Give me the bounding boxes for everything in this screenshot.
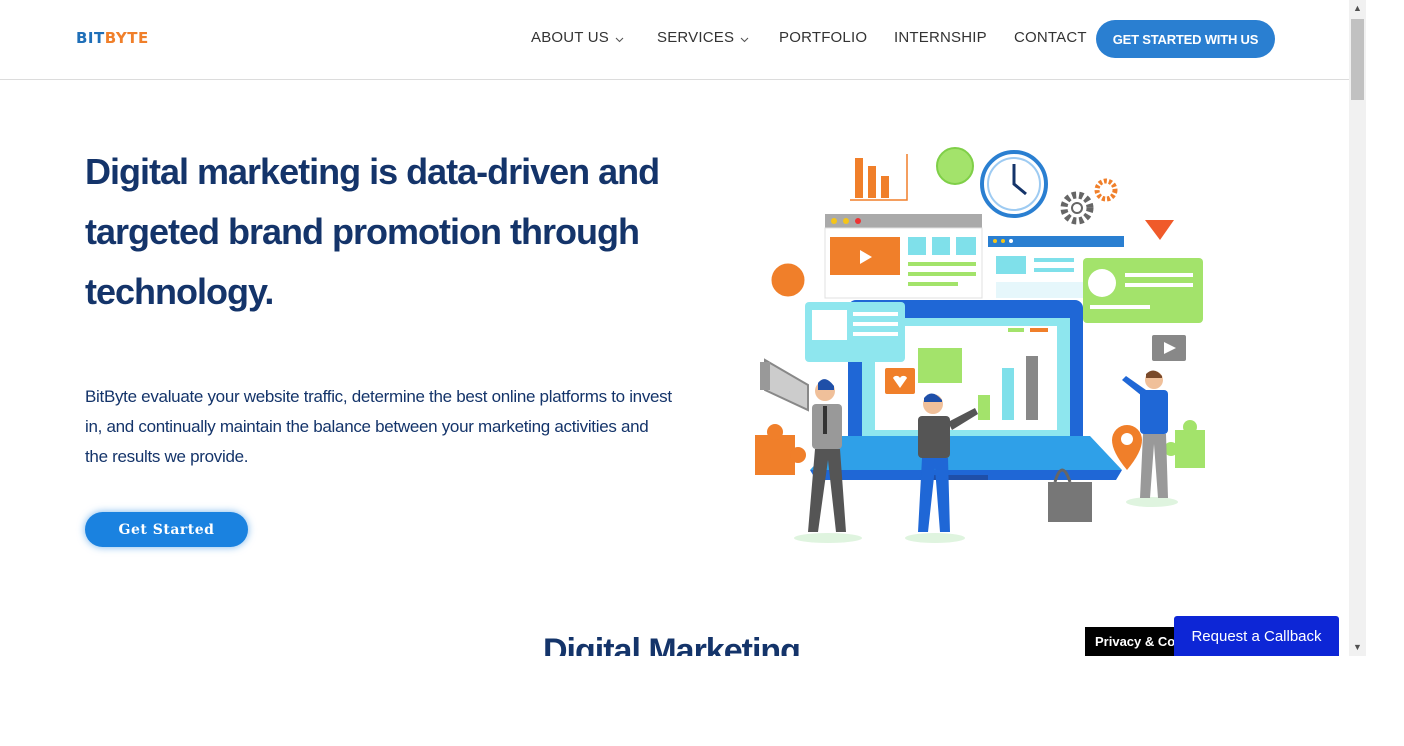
profile-card-graphic [1083, 258, 1203, 323]
scroll-down-arrow-icon[interactable]: ▼ [1349, 639, 1366, 656]
play-bubble-icon [1152, 335, 1186, 361]
puzzle-piece-icon [755, 424, 806, 475]
paper-plane-icon [1145, 220, 1174, 240]
logo-part-byte: BYTE [104, 29, 149, 47]
nav-internship[interactable]: INTERNSHIP [894, 29, 987, 46]
section-title: Digital Marketing [543, 632, 801, 656]
logo-part-bit: BIT [76, 29, 105, 47]
puzzle-piece-icon [1164, 420, 1205, 468]
nav-services[interactable]: SERVICES [657, 29, 749, 47]
page-scrollbar[interactable]: ▲ ▼ [1349, 0, 1366, 656]
chevron-down-icon [615, 30, 624, 47]
scroll-thumb[interactable] [1351, 19, 1364, 100]
bar-chart-icon [850, 154, 908, 201]
location-pin-icon [1112, 425, 1142, 470]
gear-icon [1060, 178, 1118, 225]
chevron-down-icon [740, 30, 749, 47]
site-header: BITBYTE ABOUT US SERVICES PORTFOLIO INTE… [0, 0, 1349, 80]
hero-title: Digital marketing is data-driven and tar… [85, 151, 660, 312]
hero-description: BitByte evaluate your website traffic, d… [85, 387, 672, 466]
orange-dot-icon [768, 260, 808, 300]
chat-card-graphic [805, 302, 905, 362]
request-callback-button[interactable]: Request a Callback [1174, 616, 1339, 656]
heart-bubble-icon [885, 368, 915, 394]
clock-icon [980, 150, 1048, 218]
nav-portfolio[interactable]: PORTFOLIO [779, 29, 867, 46]
digital-marketing-illustration [755, 147, 1205, 543]
nav-contact[interactable]: CONTACT [1014, 29, 1087, 46]
browser-window-graphic [824, 214, 983, 299]
megaphone-icon [760, 358, 809, 412]
brand-logo[interactable]: BITBYTE [76, 29, 149, 47]
get-started-with-us-button[interactable]: GET STARTED WITH US [1096, 20, 1275, 58]
scroll-up-arrow-icon[interactable]: ▲ [1349, 0, 1366, 17]
nav-about-us[interactable]: ABOUT US [531, 29, 624, 47]
page-viewport: BITBYTE ABOUT US SERVICES PORTFOLIO INTE… [0, 0, 1349, 656]
green-dot-icon [936, 147, 974, 185]
nav-about-label: ABOUT US [531, 29, 610, 46]
get-started-button[interactable]: Get Started [85, 512, 248, 547]
nav-services-label: SERVICES [657, 29, 735, 46]
